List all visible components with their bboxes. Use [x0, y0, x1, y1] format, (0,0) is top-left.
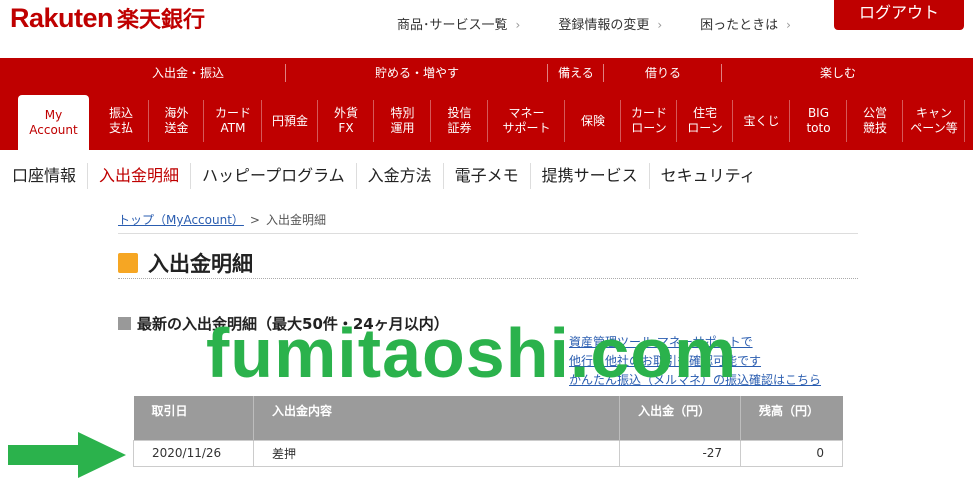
nav-line1: 特別 [390, 106, 415, 120]
category-fun[interactable]: 楽しむ [722, 58, 954, 88]
nav-transfer[interactable]: 振込 支払 [93, 96, 149, 146]
tab-statement[interactable]: 入出金明細 [88, 163, 192, 189]
nav-line2: 証券 [447, 121, 472, 135]
logout-button[interactable]: ログアウト [834, 0, 964, 30]
col-description: 入出金内容 [253, 396, 621, 440]
nav-line1: カード [630, 106, 667, 120]
nav-card-atm[interactable]: カード ATM [204, 96, 262, 146]
breadcrumb: トップ（MyAccount） > 入出金明細 [118, 211, 326, 228]
nav-line1: キャン [915, 106, 952, 120]
title-row: 入出金明細 [118, 248, 253, 278]
nav-line1: 宝くじ [743, 113, 780, 128]
nav-card-loan[interactable]: カード ローン [621, 96, 677, 146]
nav-line2: ペーン等 [910, 121, 958, 135]
nav-line2: 支払 [108, 121, 133, 135]
nav-money-support[interactable]: マネー サポート [488, 96, 565, 146]
tab-partner-services[interactable]: 提携サービス [531, 163, 650, 189]
cell-description: 差押 [252, 439, 621, 467]
nav-line1: 投信 [447, 106, 472, 120]
col-date: 取引日 [133, 396, 254, 440]
nav-my-account[interactable]: My Account [18, 95, 89, 150]
table-row: 2020/11/26 差押 -27 0 [133, 439, 843, 467]
statement-table: 取引日 入出金内容 入出金（円） 残高（円） 2020/11/26 差押 -27… [133, 396, 843, 467]
top-link-label: 登録情報の変更 [558, 18, 650, 33]
nav-line1: マネー [508, 106, 545, 120]
nav-investment[interactable]: 投信 証券 [431, 96, 488, 146]
section-square-icon [118, 317, 131, 330]
nav-line2: 送金 [164, 121, 189, 135]
nav-line1: 外貨 [333, 106, 358, 120]
chevron-right-icon: › [786, 18, 791, 32]
top-link-products[interactable]: 商品･サービス一覧 › [397, 14, 520, 33]
category-insurance[interactable]: 備える [548, 58, 604, 88]
sub-tabs: 口座情報 入出金明細 ハッピープログラム 入金方法 電子メモ 提携サービス セキ… [0, 163, 767, 189]
nav-line2: 運用 [390, 121, 415, 135]
nav-line1: My [44, 107, 63, 122]
nav-yen-deposit[interactable]: 円預金 [262, 96, 318, 146]
page: Rakuten 楽天銀行 商品･サービス一覧 › 登録情報の変更 › 困ったときは ›… [0, 0, 973, 491]
nav-lottery[interactable]: 宝くじ [733, 96, 790, 146]
chevron-right-icon: › [657, 18, 663, 32]
top-link-settings[interactable]: 登録情報の変更 › [558, 14, 662, 33]
title-square-icon [118, 253, 138, 273]
logo-en: Rakuten [10, 3, 114, 33]
chevron-right-icon: › [515, 18, 521, 32]
nav-line1: 公営 [862, 106, 887, 120]
breadcrumb-separator: > [249, 213, 260, 227]
nav-public-race[interactable]: 公営 競技 [847, 96, 903, 146]
top-links: 商品･サービス一覧 › 登録情報の変更 › 困ったときは › [397, 14, 829, 33]
category-deposit[interactable]: 入出金・振込 [90, 58, 286, 88]
rakuten-bank-logo[interactable]: Rakuten 楽天銀行 [10, 2, 205, 34]
nav-line2: ローン [631, 121, 667, 135]
top-link-label: 困ったときは [700, 18, 779, 33]
table-header-row: 取引日 入出金内容 入出金（円） 残高（円） [133, 396, 843, 440]
breadcrumb-top-link[interactable]: トップ（MyAccount） [118, 213, 244, 227]
nav-line2: ローン [687, 121, 723, 135]
col-amount: 入出金（円） [619, 396, 742, 440]
nav-line1: 振込 [108, 106, 133, 120]
col-balance: 残高（円） [740, 396, 843, 440]
green-arrow-icon [8, 432, 126, 478]
category-savings[interactable]: 貯める・増やす [286, 58, 548, 88]
nav-campaign[interactable]: キャン ペーン等 [903, 96, 965, 146]
nav-insurance[interactable]: 保険 [565, 96, 621, 146]
nav-line1: 海外 [164, 106, 189, 120]
nav-line2: ATM [220, 121, 246, 135]
tab-e-memo[interactable]: 電子メモ [444, 163, 531, 189]
nav-line2: サポート [502, 121, 551, 135]
cell-date: 2020/11/26 [133, 439, 254, 467]
nav-special[interactable]: 特別 運用 [374, 96, 431, 146]
breadcrumb-current: 入出金明細 [265, 213, 326, 227]
nav-line1: BIG [807, 106, 830, 120]
logo-ja: 楽天銀行 [117, 8, 206, 33]
cell-balance: 0 [740, 439, 843, 467]
nav-line1: カード [214, 106, 251, 120]
nav-line2: toto [806, 121, 831, 135]
nav-overseas[interactable]: 海外 送金 [149, 96, 204, 146]
watermark: fumitaoshi.com [206, 314, 738, 392]
nav-line1: 保険 [580, 113, 605, 128]
divider [118, 233, 858, 234]
cell-amount: -27 [619, 439, 742, 467]
category-loans[interactable]: 借りる [604, 58, 722, 88]
nav-big-toto[interactable]: BIG toto [790, 96, 847, 146]
category-bar: 入出金・振込 貯める・増やす 備える 借りる 楽しむ [0, 58, 973, 88]
tab-deposit-method[interactable]: 入金方法 [357, 163, 444, 189]
nav-line2: Account [29, 122, 78, 137]
page-title: 入出金明細 [148, 252, 253, 276]
tab-account-info[interactable]: 口座情報 [0, 163, 89, 189]
nav-line2: 競技 [862, 121, 887, 135]
tab-happy-program[interactable]: ハッピープログラム [191, 163, 357, 189]
tab-security[interactable]: セキュリティ [650, 163, 767, 189]
nav-housing-loan[interactable]: 住宅 ローン [677, 96, 733, 146]
top-link-label: 商品･サービス一覧 [397, 18, 508, 33]
nav-fx[interactable]: 外貨 FX [318, 96, 374, 146]
nav-line1: 住宅 [692, 106, 717, 120]
nav-line2: FX [338, 121, 354, 135]
divider-dotted [118, 278, 858, 279]
top-link-help[interactable]: 困ったときは › [700, 14, 791, 33]
nav-line1: 円預金 [271, 113, 308, 128]
